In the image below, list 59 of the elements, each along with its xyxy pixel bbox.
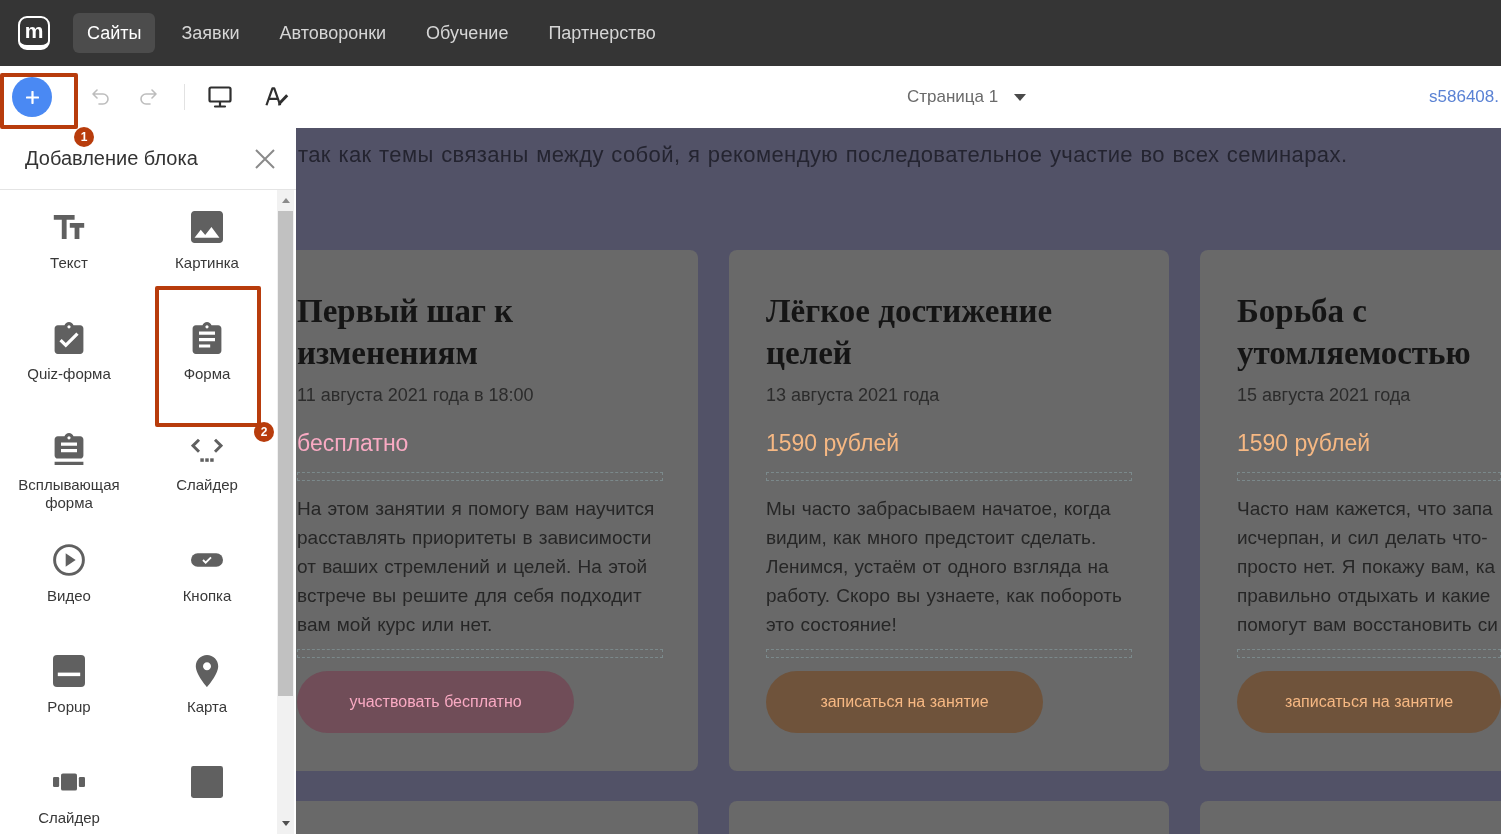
plus-icon [25,90,39,104]
site-link[interactable]: s586408. [1429,87,1499,107]
event-date: 15 августа 2021 года [1237,384,1411,406]
monitor-icon [208,86,232,108]
panel-title: Добавление блока [25,147,198,170]
clipboard-bar-icon [53,433,85,465]
block-option[interactable]: Форма [144,322,270,383]
event-description: На этом занятии я помогу вам научится расставлять приоритеты в зависимости от ваших стремлений и целей. На этой встрече вы решите для себя подходит вам мой курс или нет. [297,497,656,637]
description-line: Часто нам кажется, что запа [1237,497,1493,521]
add-block-button[interactable] [12,77,52,117]
scroll-down-icon[interactable] [281,821,290,826]
card-title: Первый шаг к изменениям [297,292,515,373]
scrollbar-thumb[interactable] [278,211,293,696]
description-line: исчерпан, и сил делать что- [1237,526,1488,550]
event-date: 13 августа 2021 года [766,384,940,406]
close-button[interactable] [254,147,276,170]
card-title: Борьба с утомляемостью [1237,292,1472,373]
clipboard-lines-icon [191,322,223,354]
scroll-up-icon[interactable] [281,198,290,203]
undo-icon [91,89,111,105]
description-line: правильно отдыхать и какие [1237,584,1491,608]
caret-icon [1014,93,1027,101]
page-dropdown[interactable]: Страница 1 [907,82,1027,112]
font-pen-icon [265,86,289,108]
window-icon [53,655,85,687]
event-price: 1590 рублей [766,429,900,458]
scrollbar[interactable] [277,190,294,834]
block-option[interactable]: Слайдер [6,766,132,827]
signup-button[interactable]: записаться на занятие [1237,671,1501,733]
nav-tab[interactable]: Автоворонки [265,13,401,53]
description-line: просто нет. Я покажу вам, ка [1237,555,1496,579]
image-icon [191,211,223,243]
redo-icon [138,89,158,105]
annotation-badge: 2 [254,422,274,442]
block-option[interactable]: Popup [6,655,132,716]
close-icon [255,148,275,169]
signup-button[interactable]: записаться на занятие [766,671,1043,733]
block-option[interactable]: Всплывающая форма [6,433,132,512]
event-description: Мы часто забрасываем начатое, когда видим, как много предстоит сделать. Ленимся, устаём от одного взгляда на работу. Скоро вы узнаете, как побороть это состояние! [766,497,1123,637]
app-logo[interactable]: m [18,16,50,50]
nav-tab[interactable]: Партнерство [534,13,670,53]
signup-button[interactable]: участвовать бесплатно [297,671,574,733]
nav-tab[interactable]: Обучение [412,13,523,53]
clipboard-check-icon [53,322,85,354]
event-date: 11 августа 2021 года в 18:00 [297,384,534,406]
block-option[interactable]: Картинка [144,211,270,272]
description-line: помогут вам восстановить си [1237,613,1498,637]
nav-tab[interactable]: Заявки [167,13,254,53]
event-price: 1590 рублей [1237,429,1371,458]
block-option[interactable]: Карта [144,655,270,716]
block-option[interactable]: Текст [6,211,132,272]
block-option[interactable]: Quiz-форма [6,322,132,383]
square-icon [191,766,223,798]
block-option[interactable]: Кнопка [144,544,270,605]
event-price: бесплатно [297,429,409,458]
card-title: Лёгкое достижение целей [766,292,1054,373]
play-circle-icon [53,544,85,576]
nav-tab[interactable]: Сайты [73,13,156,53]
block-option[interactable]: Видео [6,544,132,605]
